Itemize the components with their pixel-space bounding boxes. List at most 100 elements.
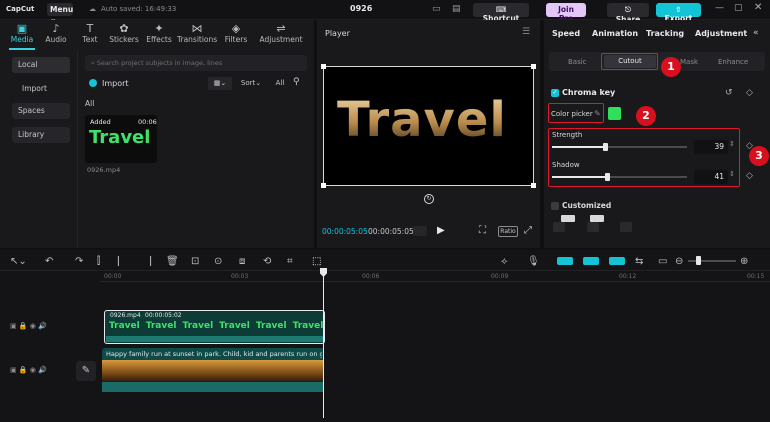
customized-checkbox[interactable] <box>551 202 559 210</box>
shadow-slider-knob[interactable] <box>605 173 611 181</box>
freeze-icon[interactable]: ⊡ <box>191 256 199 267</box>
custom-option[interactable] <box>553 222 565 232</box>
magic-icon[interactable]: ⟡ <box>501 256 508 267</box>
zoom-out-icon[interactable]: ⊖ <box>675 256 683 267</box>
split-left-icon[interactable]: ⎸ <box>118 256 128 267</box>
maximize-icon[interactable]: ▢ <box>734 3 743 13</box>
minimize-icon[interactable]: — <box>715 3 724 13</box>
track-controls[interactable]: ▣ 🔒 ◉ 🔊 <box>10 366 47 374</box>
fullscreen-icon[interactable]: ⤢ <box>524 225 532 236</box>
split-icon[interactable]: ⫿ <box>97 256 100 267</box>
select-tool-icon[interactable]: ↖⌄ <box>10 256 27 267</box>
track-controls[interactable]: ▣ 🔒 ◉ 🔊 <box>10 322 47 330</box>
edit-cover-icon[interactable]: ✎ <box>76 361 96 381</box>
redo-icon[interactable]: ↷ <box>75 256 83 267</box>
sidebar-item-library[interactable]: Library <box>12 127 70 143</box>
upload-icon: ⇧ <box>675 5 682 14</box>
highlight-cutout <box>601 53 658 70</box>
resize-handle[interactable] <box>531 183 536 188</box>
auto-cutout-icon[interactable]: ⬚ <box>312 256 321 267</box>
keyframe-diamond-icon[interactable]: ◇ <box>746 88 753 98</box>
color-swatch[interactable] <box>608 107 621 120</box>
shortcut-button[interactable]: ⌨ Shortcut <box>473 3 529 23</box>
fit-screen-icon[interactable]: ⛶ <box>479 225 486 236</box>
search-placeholder: Search project subjects in image, lines <box>96 59 223 67</box>
subtab-basic[interactable]: Basic <box>568 58 587 66</box>
zoom-slider-knob[interactable] <box>696 256 701 265</box>
all-filter-button[interactable]: All <box>272 77 288 90</box>
stepper-icon[interactable]: ⇕ <box>729 140 735 148</box>
menu-button[interactable]: Menu ⌄ <box>47 3 73 23</box>
microphone-icon[interactable]: 🎙 <box>527 256 540 267</box>
sidebar-item-label: Spaces <box>18 106 45 115</box>
rotate-tool-icon[interactable]: ⟲ <box>263 256 271 267</box>
project-title[interactable]: 0926 <box>350 4 372 13</box>
strength-slider-knob[interactable] <box>602 143 608 151</box>
resize-handle[interactable] <box>321 64 326 69</box>
resize-handle[interactable] <box>531 64 536 69</box>
sidebar-item-import[interactable]: Import <box>12 81 70 97</box>
magnet-toggle[interactable] <box>583 257 599 265</box>
crop-icon[interactable]: ⌗ <box>287 256 293 267</box>
sort-button[interactable]: Sort⌄ <box>236 77 266 90</box>
import-plus-icon[interactable] <box>89 79 97 87</box>
chroma-key-checkbox[interactable]: ✓ <box>551 89 559 97</box>
reverse-icon[interactable]: ⊙ <box>214 256 222 267</box>
stepper-icon[interactable]: ⇕ <box>729 170 735 178</box>
strength-input[interactable]: 39 <box>694 140 728 154</box>
keyframe-diamond-icon[interactable]: ◇ <box>746 171 753 181</box>
collapse-icon[interactable]: « <box>753 28 759 38</box>
tab-speed[interactable]: Speed <box>552 29 580 38</box>
subtitle-icon[interactable]: ▭ <box>658 256 667 267</box>
custom-option[interactable] <box>587 222 599 232</box>
filter-icon[interactable]: ⚲ <box>293 77 300 87</box>
reset-icon[interactable]: ↺ <box>725 88 733 98</box>
cloud-icon: ☁ <box>89 5 96 13</box>
sidebar-item-local[interactable]: Local <box>12 57 70 73</box>
linkage-toggle[interactable] <box>609 257 625 265</box>
layout-icon[interactable]: ▤ <box>452 4 461 14</box>
monitor-icon[interactable]: ▭ <box>432 4 441 14</box>
ratio-button[interactable]: Ratio <box>498 226 518 237</box>
delete-icon[interactable]: 🗑 <box>166 256 179 267</box>
step-badge-3: 3 <box>749 146 769 166</box>
clip1-frame-text: Travel <box>255 321 287 331</box>
share-button[interactable]: ⎋ Share <box>607 3 649 24</box>
join-pro-button[interactable]: Join Pro <box>546 3 586 23</box>
export-button[interactable]: ⇧ Export <box>656 3 701 23</box>
subtab-enhance[interactable]: Enhance <box>718 58 748 66</box>
player-menu-icon[interactable]: ☰ <box>522 27 530 37</box>
shadow-input[interactable]: 41 <box>694 170 728 184</box>
play-icon[interactable]: ▶ <box>437 225 445 236</box>
share-icon: ⎋ <box>625 5 631 14</box>
tab-animation[interactable]: Animation <box>592 29 638 38</box>
grid-view-icon[interactable]: ▦⌄ <box>208 77 232 90</box>
tab-adjustment-props[interactable]: Adjustment <box>695 29 747 38</box>
tab-transitions[interactable]: ⋈ Transitions <box>177 23 217 45</box>
tab-stickers[interactable]: ✿ Stickers <box>104 23 144 45</box>
undo-icon[interactable]: ↶ <box>45 256 53 267</box>
custom-option[interactable] <box>620 222 632 232</box>
resize-handle[interactable] <box>321 183 326 188</box>
link-clips-toggle[interactable] <box>557 257 573 265</box>
subtab-mask[interactable]: Mask <box>680 58 698 66</box>
mirror-icon[interactable]: ⧈ <box>239 256 245 267</box>
tab-effects[interactable]: ✦ Effects <box>139 23 179 45</box>
playhead[interactable] <box>323 268 324 418</box>
app-logo: CapCut <box>6 5 35 13</box>
preview-axis-icon[interactable]: ⇆ <box>635 256 643 267</box>
frame-toggle[interactable] <box>413 226 427 236</box>
tab-tracking[interactable]: Tracking <box>646 29 684 38</box>
close-icon[interactable]: ✕ <box>754 2 762 13</box>
rotate-icon[interactable]: ↻ <box>424 194 434 204</box>
tab-adjustment[interactable]: ⇌ Adjustment <box>255 23 307 45</box>
tab-label: Effects <box>146 35 172 44</box>
zoom-in-icon[interactable]: ⊕ <box>740 256 748 267</box>
sidebar-item-spaces[interactable]: Spaces <box>12 103 70 119</box>
import-button[interactable]: Import <box>102 79 129 88</box>
tab-filters[interactable]: ◈ Filters <box>216 23 256 45</box>
clip-thumb-text: Travel <box>89 127 151 148</box>
search-input[interactable]: ⌕ Search project subjects in image, line… <box>85 55 307 71</box>
tab-label: Audio <box>45 35 67 44</box>
split-right-icon[interactable]: ⎹ <box>141 256 151 267</box>
